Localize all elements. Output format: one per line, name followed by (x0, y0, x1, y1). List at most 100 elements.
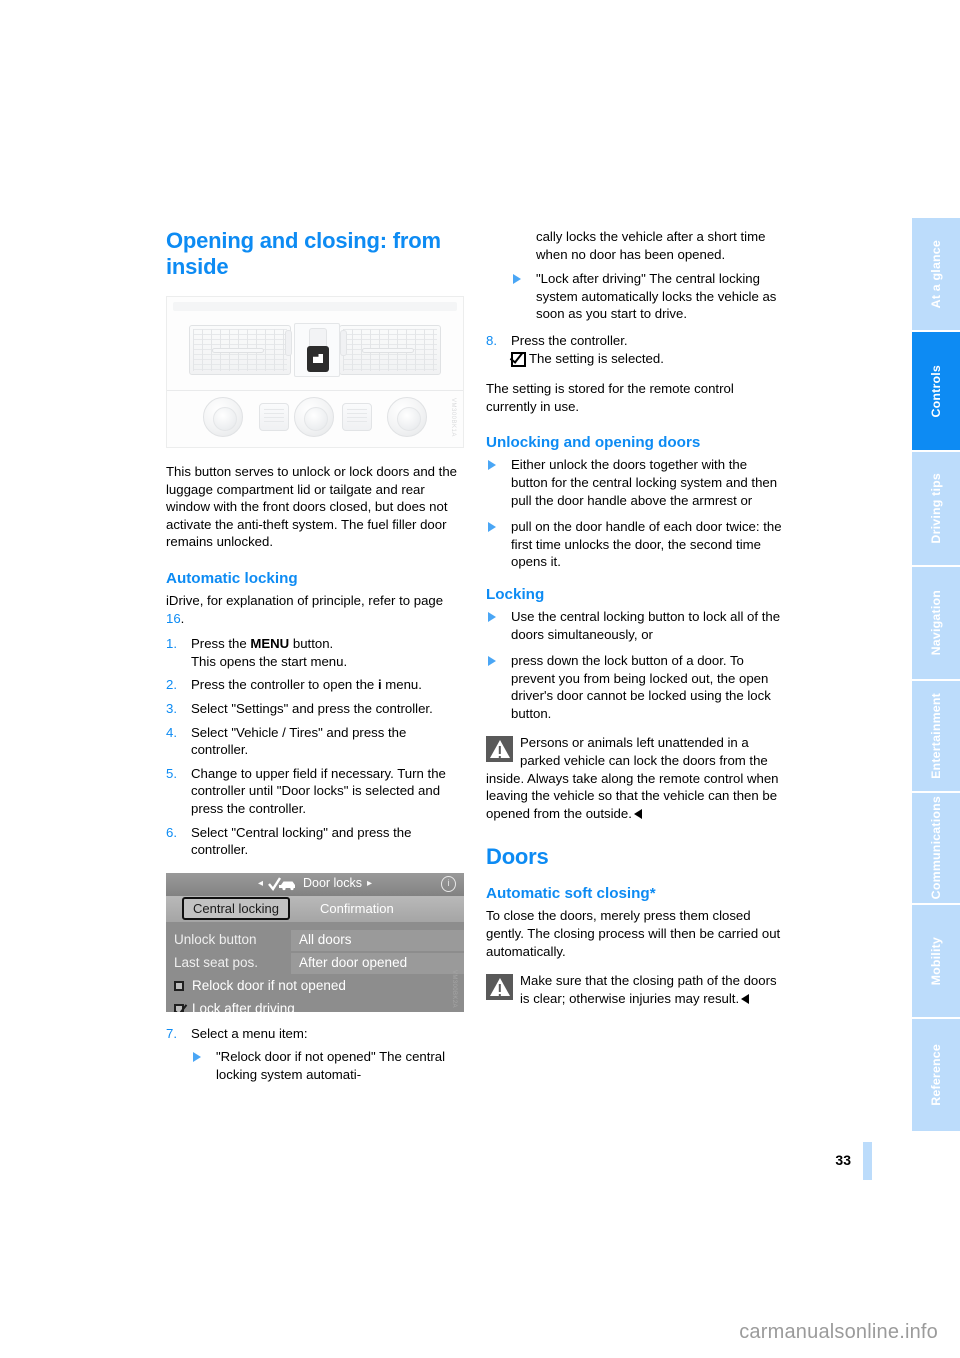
sidebar-tab-label: Communications (929, 796, 943, 900)
site-watermark: carmanualsonline.info (739, 1321, 938, 1343)
hazard-panel (309, 328, 327, 348)
page-reference-link[interactable]: 16 (166, 611, 181, 626)
step-text-before: Press the controller to open the (191, 677, 378, 693)
setting-row-last-seat-pos[interactable]: Last seat pos. After door opened (166, 952, 464, 975)
page-number-bar (863, 1142, 872, 1180)
bullet-lock-after-driving: "Lock after driving" The central locking… (511, 270, 784, 323)
left-arrow-icon: ◂ (257, 878, 263, 890)
intro-paragraph: This button serves to unlock or lock doo… (166, 464, 458, 550)
unlocking-bullets: Either unlock the doors together with th… (486, 456, 784, 571)
idrive-settings-list: Unlock button All doors Last seat pos. A… (166, 922, 464, 1012)
setting-value: After door opened (291, 952, 464, 974)
step-text-after: menu. (381, 677, 422, 693)
bullet-unlock-together: Either unlock the doors together with th… (486, 456, 784, 509)
right-air-vent (339, 325, 441, 375)
step-subtext: The setting is selected. (529, 350, 664, 366)
checkbox-label: Relock door if not opened (192, 978, 346, 994)
exclamation-dot (498, 755, 501, 759)
step-number: 5. (166, 765, 177, 781)
sidebar-tab-label: Controls (929, 364, 943, 418)
locking-bullets: Use the central locking button to lock a… (486, 608, 784, 723)
checkbox-checked-icon (174, 1004, 184, 1012)
step-subtext-line: The setting is selected. (511, 350, 784, 368)
ref-text-before: iDrive, for explanation of principle, re… (166, 592, 444, 608)
sidebar-tab-navigation[interactable]: Navigation (912, 567, 960, 679)
exclamation-stem (498, 984, 501, 993)
menu-button-label: MENU (250, 636, 290, 652)
section-sidebar: At a glance Controls Driving tips Naviga… (912, 218, 960, 1133)
photo-code: VM300BK1A (450, 398, 456, 437)
stored-note-paragraph: The setting is stored for the remote con… (486, 381, 734, 414)
setting-row-unlock-button[interactable]: Unlock button All doors (166, 929, 464, 952)
warning-text: Persons or animals left unattended in a … (486, 735, 779, 821)
continuation-paragraph: cally locks the vehicle after a short ti… (536, 229, 766, 262)
climate-knob-left (203, 397, 243, 437)
ref-text-after: . (180, 610, 185, 626)
checkbox-unchecked-icon (174, 981, 184, 992)
tab-confirmation[interactable]: Confirmation (312, 898, 402, 920)
exclamation-dot (498, 993, 501, 996)
sidebar-tab-driving-tips[interactable]: Driving tips (912, 452, 960, 565)
sidebar-tab-controls[interactable]: Controls (912, 332, 960, 450)
automatic-locking-heading: Automatic locking (166, 569, 298, 587)
step-number: 8. (486, 332, 497, 348)
sidebar-tab-at-a-glance[interactable]: At a glance (912, 218, 960, 330)
climate-knob-center (294, 397, 334, 437)
idrive-screen-image: ◂ Door locks ▸ i Central locking Confirm… (166, 872, 464, 1012)
sidebar-tab-mobility[interactable]: Mobility (912, 905, 960, 1017)
step-3: 3. Select "Settings" and press the contr… (166, 700, 464, 718)
idrive-title-bar: ◂ Door locks ▸ i (166, 872, 464, 896)
soft-closing-subheading: Automatic soft closing* (486, 885, 656, 903)
setting-label: Unlock button (174, 932, 257, 948)
step-7: 7. Select a menu item: (166, 1025, 464, 1043)
automatic-locking-steps: 1. Press the MENU button. This opens the… (166, 635, 464, 859)
step-text: Select "Central locking" and press the c… (191, 824, 412, 858)
triangle-bullet-icon (488, 460, 496, 471)
control-lines (347, 409, 367, 425)
bullet-title: "Lock after driving" (536, 271, 646, 287)
bullet-text: press down the lock button of a door. To… (511, 653, 771, 721)
sidebar-tab-label: Entertainment (929, 693, 943, 779)
warning-triangle-icon (486, 974, 513, 1001)
sidebar-tab-communications[interactable]: Communications (912, 793, 960, 903)
checkbox-lock-after-driving[interactable]: Lock after driving (166, 998, 464, 1012)
doors-heading: Doors (486, 844, 549, 870)
step-number: 7. (166, 1025, 177, 1041)
step-subtext: This opens the start menu. (191, 653, 348, 669)
step-text: Press the MENU button. (191, 635, 464, 653)
dashboard-photo: VM300BK1A (166, 296, 464, 448)
climate-knob-right (387, 397, 427, 437)
bullet-title: "Relock door if not opened" (216, 1049, 376, 1065)
page-title: Opening and closing: from inside (166, 228, 441, 279)
manual-page: Opening and closing: from inside VM300BK… (0, 0, 960, 1358)
idrive-reference-paragraph: iDrive, for explanation of principle, re… (166, 592, 464, 627)
tab-central-locking[interactable]: Central locking (182, 896, 290, 921)
vent-side-panel-left (285, 330, 292, 356)
end-of-note-marker (741, 993, 750, 1004)
triangle-bullet-icon (488, 656, 496, 667)
photo-divider (167, 390, 463, 391)
step-text: Select a menu item: (191, 1025, 308, 1041)
continuation-text: cally locks the vehicle after a short ti… (511, 228, 784, 263)
car-check-icon (268, 877, 298, 892)
page-number: 33 (835, 1152, 851, 1168)
step-5: 5. Change to upper field if necessary. T… (166, 765, 464, 818)
sidebar-tab-entertainment[interactable]: Entertainment (912, 681, 960, 791)
step-8: 8. Press the controller. The setting is … (486, 332, 784, 367)
step-number: 6. (166, 824, 177, 840)
sidebar-tab-label: Navigation (929, 590, 943, 656)
warning-triangle-icon (486, 736, 513, 763)
bullet-relock-door: "Relock door if not opened" The central … (191, 1048, 464, 1083)
sidebar-tab-reference[interactable]: Reference (912, 1019, 960, 1131)
setting-label: Last seat pos. (174, 955, 259, 971)
idrive-title: Door locks (302, 876, 363, 891)
checkbox-relock-door[interactable]: Relock door if not opened (166, 975, 464, 998)
photo-top-strip (173, 302, 457, 311)
control-lines (264, 409, 284, 425)
triangle-bullet-icon (488, 611, 496, 622)
step-number: 4. (166, 724, 177, 740)
end-of-note-marker (633, 808, 642, 819)
warning-note-locking: Persons or animals left unattended in a … (486, 734, 784, 822)
step-1: 1. Press the MENU button. This opens the… (166, 635, 464, 670)
central-locking-button-icon (307, 346, 329, 372)
